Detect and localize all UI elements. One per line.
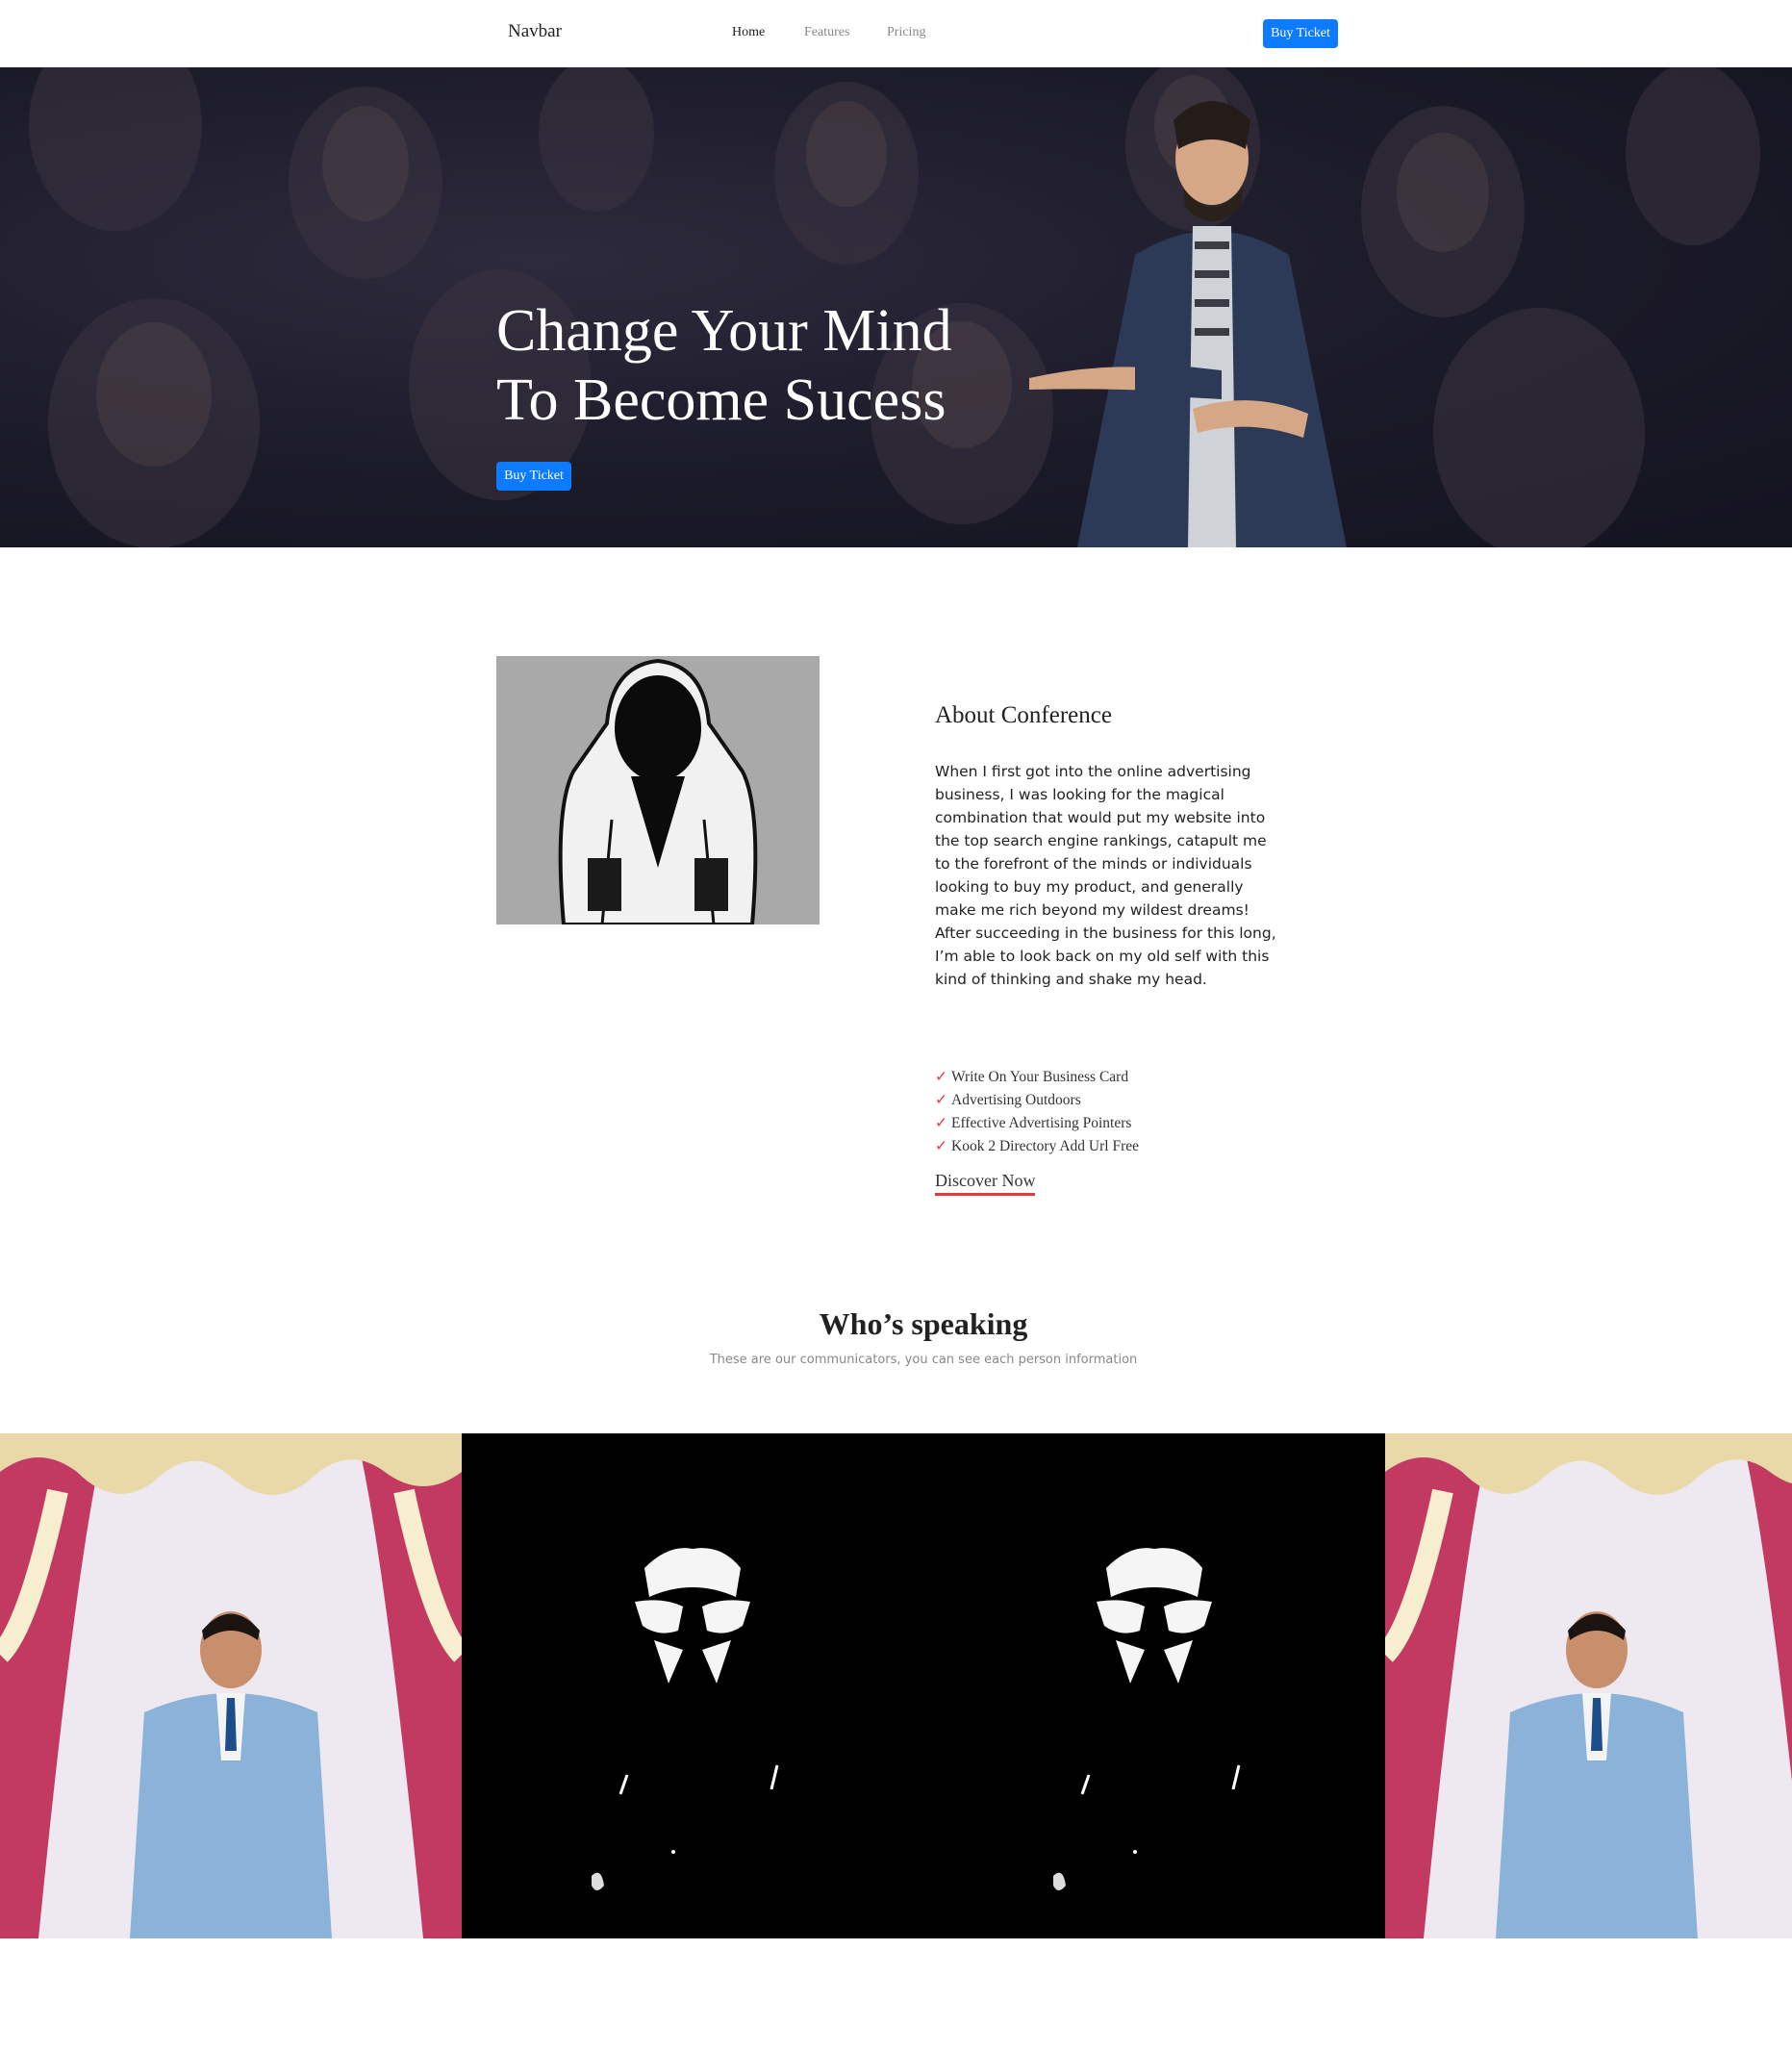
speakers-subtitle: These are our communicators, you can see… — [709, 1353, 1138, 1367]
discover-now-link[interactable]: Discover Now — [935, 1171, 1036, 1196]
speaker-card[interactable] — [462, 1433, 923, 1938]
about-text: When I first got into the online adverti… — [935, 763, 1276, 988]
checklist-item: ✓ Write On Your Business Card — [935, 1066, 1139, 1089]
checklist-item-label: Write On Your Business Card — [951, 1069, 1129, 1085]
checklist-item-label: Effective Advertising Pointers — [951, 1115, 1132, 1131]
speaker-photo — [923, 1433, 1385, 1938]
nav-link-home[interactable]: Home — [732, 25, 765, 40]
hero-title: Change Your Mind To Become Sucess — [496, 296, 1035, 435]
hero-title-line-1: Change Your Mind — [496, 298, 952, 364]
speaker-card[interactable] — [1385, 1433, 1792, 1938]
checkmark-icon: ✓ — [935, 1115, 947, 1131]
navbar-brand[interactable]: Navbar — [508, 21, 562, 42]
hero-banner: Change Your Mind To Become Sucess Buy Ti… — [0, 67, 1792, 547]
about-checklist: ✓ Write On Your Business Card ✓ Advertisin… — [935, 1066, 1139, 1158]
checkmark-icon: ✓ — [935, 1092, 947, 1108]
speaker-photo — [1385, 1433, 1792, 1938]
hero-speaker-image — [1029, 101, 1347, 547]
checklist-item: ✓ Advertising Outdoors — [935, 1089, 1139, 1112]
speakers-title: Who’s speaking — [819, 1306, 1028, 1341]
speaker-card[interactable] — [0, 1433, 462, 1938]
checklist-item: ✓ Kook 2 Directory Add Url Free — [935, 1135, 1139, 1158]
speaker-card[interactable] — [923, 1433, 1385, 1938]
speakers-gallery — [0, 1433, 1792, 1938]
hero-title-line-2: To Become Sucess — [496, 367, 946, 433]
buy-ticket-button[interactable]: Buy Ticket — [1263, 19, 1338, 48]
about-hoodie-image — [496, 656, 820, 924]
nav-link-features[interactable]: Features — [804, 25, 849, 40]
checklist-item: ✓ Effective Advertising Pointers — [935, 1112, 1139, 1135]
about-title: About Conference — [935, 702, 1112, 728]
speaker-photo — [0, 1433, 462, 1938]
checklist-item-label: Advertising Outdoors — [951, 1092, 1081, 1108]
navbar: Navbar Home Features Pricing Buy Ticket — [0, 0, 1792, 67]
nav-link-pricing[interactable]: Pricing — [887, 25, 925, 40]
checkmark-icon: ✓ — [935, 1069, 947, 1085]
checklist-item-label: Kook 2 Directory Add Url Free — [951, 1138, 1139, 1154]
hero-buy-ticket-button[interactable]: Buy Ticket — [496, 462, 571, 491]
speaker-photo — [462, 1433, 923, 1938]
checkmark-icon: ✓ — [935, 1138, 947, 1154]
